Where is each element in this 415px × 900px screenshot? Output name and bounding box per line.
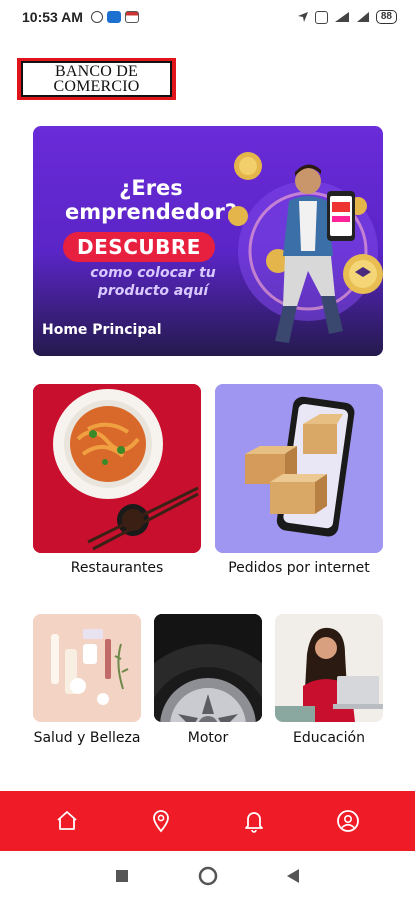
cosmetics-image	[33, 614, 141, 722]
bell-icon	[245, 812, 264, 833]
banner-subtitle: como colocar tu producto aquí	[90, 265, 216, 299]
category-salud-label[interactable]: Salud y Belleza	[28, 730, 146, 746]
phone-boxes-image	[215, 384, 383, 553]
category-restaurantes-label[interactable]: Restaurantes	[33, 560, 201, 576]
alarm-icon	[90, 11, 103, 23]
data-saver-icon	[314, 10, 328, 24]
banner-pill: DESCUBRE	[63, 232, 215, 262]
location-arrow-icon	[297, 12, 308, 22]
bottom-navigation	[0, 791, 415, 851]
tire-image	[154, 614, 262, 722]
category-motor-card[interactable]	[154, 614, 262, 722]
nav-profile-button[interactable]	[328, 801, 368, 841]
category-pedidos-card[interactable]	[215, 384, 383, 553]
nav-location-button[interactable]	[141, 801, 181, 841]
category-educacion-card[interactable]	[275, 614, 383, 722]
logo-line-1: BANCO DE	[55, 63, 138, 80]
home-circle-icon[interactable]	[198, 866, 218, 886]
signal-icon	[334, 12, 349, 22]
category-educacion-label[interactable]: Educación	[270, 730, 388, 746]
entrepreneur-illustration	[228, 152, 383, 343]
promo-banner[interactable]: ¿Eres emprendedor? DESCUBRE como colocar…	[33, 126, 383, 356]
nav-notifications-button[interactable]	[234, 801, 274, 841]
battery-level: 88	[375, 10, 397, 24]
nav-home-button[interactable]	[47, 801, 87, 841]
system-navigation-bar	[0, 851, 415, 900]
category-pedidos-label[interactable]: Pedidos por internet	[215, 560, 383, 576]
category-motor-label[interactable]: Motor	[154, 730, 262, 746]
student-image	[275, 614, 383, 722]
back-icon[interactable]	[286, 868, 300, 884]
calendar-icon	[124, 11, 139, 23]
signal-icon-2	[356, 12, 369, 22]
home-icon	[57, 811, 77, 830]
logo-line-2: COMERCIO	[53, 78, 140, 95]
category-restaurantes-card[interactable]	[33, 384, 201, 553]
status-time: 10:53 AM	[22, 9, 83, 25]
location-pin-icon	[152, 810, 169, 833]
banner-headline: ¿Eres emprendedor?	[65, 176, 237, 224]
banner-label: Home Principal	[42, 322, 162, 338]
recent-apps-icon[interactable]	[115, 869, 129, 883]
category-salud-card[interactable]	[33, 614, 141, 722]
noodles-dish-image	[33, 384, 201, 553]
status-bar: 10:53 AM 88	[0, 0, 415, 34]
user-icon	[337, 810, 360, 832]
shield-icon	[106, 11, 121, 23]
bank-logo: BANCO DE COMERCIO	[17, 58, 176, 100]
